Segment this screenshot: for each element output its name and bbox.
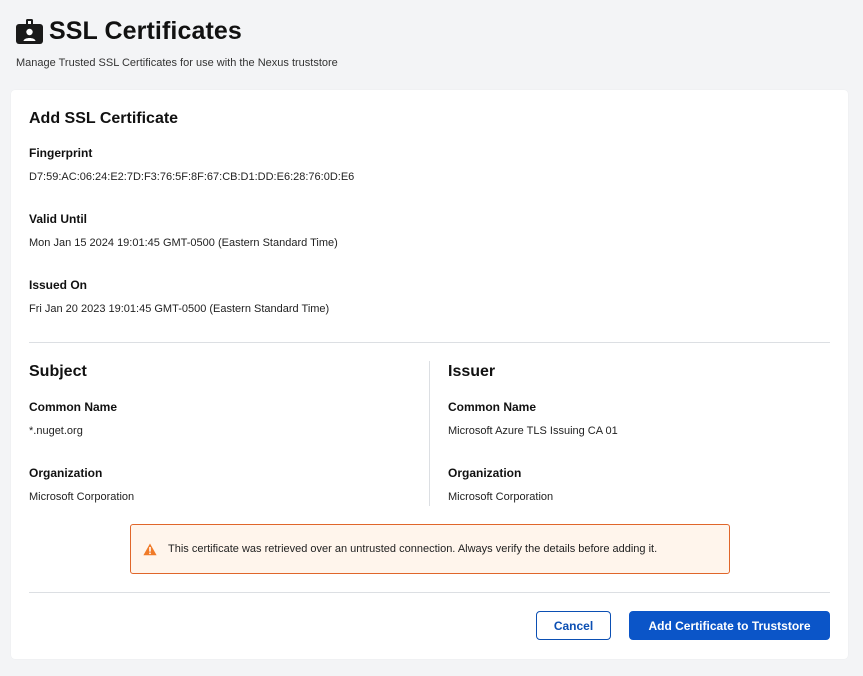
cancel-button[interactable]: Cancel bbox=[536, 611, 611, 640]
subject-organization-label: Organization bbox=[29, 466, 103, 480]
subject-organization-value: Microsoft Corporation bbox=[29, 491, 135, 503]
add-certificate-button[interactable]: Add Certificate to Truststore bbox=[629, 611, 830, 640]
issuer-common-name-value: Microsoft Azure TLS Issuing CA 01 bbox=[448, 425, 618, 437]
section-divider bbox=[29, 342, 830, 343]
page-title: SSL Certificates bbox=[49, 16, 242, 45]
fingerprint-value: D7:59:AC:06:24:E2:7D:F3:76:5F:8F:67:CB:D… bbox=[29, 171, 355, 183]
subject-common-name-label: Common Name bbox=[29, 400, 118, 414]
column-divider bbox=[429, 361, 430, 506]
issued-on-label: Issued On bbox=[29, 278, 88, 292]
valid-until-value: Mon Jan 15 2024 19:01:45 GMT-0500 (Easte… bbox=[29, 237, 338, 249]
valid-until-label: Valid Until bbox=[29, 212, 88, 226]
issuer-organization-label: Organization bbox=[448, 466, 522, 480]
add-certificate-card: Add SSL Certificate Fingerprint D7:59:AC… bbox=[11, 90, 848, 659]
subject-common-name-value: *.nuget.org bbox=[29, 425, 83, 437]
fingerprint-label: Fingerprint bbox=[29, 146, 93, 160]
issuer-common-name-label: Common Name bbox=[448, 400, 537, 414]
page-subtitle: Manage Trusted SSL Certificates for use … bbox=[16, 57, 338, 69]
issuer-organization-value: Microsoft Corporation bbox=[448, 491, 554, 503]
untrusted-connection-warning: This certificate was retrieved over an u… bbox=[130, 524, 730, 574]
badge-id-icon bbox=[16, 18, 43, 44]
warning-text: This certificate was retrieved over an u… bbox=[168, 543, 658, 555]
issued-on-value: Fri Jan 20 2023 19:01:45 GMT-0500 (Easte… bbox=[29, 303, 330, 315]
issuer-title: Issuer bbox=[448, 363, 496, 380]
footer-divider bbox=[29, 592, 830, 593]
title-row: SSL Certificates bbox=[16, 16, 338, 46]
subject-title: Subject bbox=[29, 363, 87, 380]
warning-triangle-icon bbox=[143, 543, 157, 556]
card-title: Add SSL Certificate bbox=[29, 110, 179, 127]
page-header: SSL Certificates Manage Trusted SSL Cert… bbox=[16, 16, 338, 69]
